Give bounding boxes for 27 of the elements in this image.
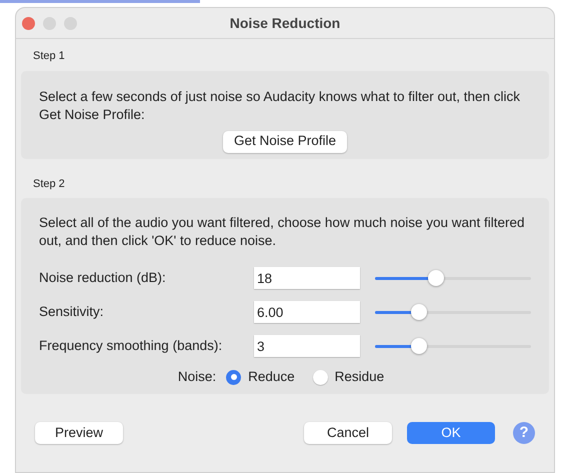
value-field[interactable]: 18 [254, 267, 360, 289]
value-field[interactable]: 3 [254, 335, 360, 357]
radio-button[interactable] [226, 370, 242, 385]
preview-button[interactable]: Preview [35, 422, 123, 444]
value-field[interactable]: 6.00 [254, 301, 360, 323]
noise-label: Noise: [178, 368, 216, 386]
slider-thumb[interactable] [428, 270, 444, 286]
close-button[interactable] [22, 17, 35, 30]
get-noise-profile-button[interactable]: Get Noise Profile [222, 130, 348, 152]
slider-thumb[interactable] [410, 304, 427, 320]
radio-button[interactable] [312, 370, 328, 385]
radio-label[interactable]: Reduce [248, 367, 295, 388]
cancel-button[interactable]: Cancel [304, 422, 392, 444]
instruction-text: Select a few seconds of just noise so Audacity knows what to filter out, then click Get Noise Profile: [39, 88, 521, 124]
setting-label: Noise reduction (dB): [39, 268, 167, 287]
setting-label: Sensitivity: [39, 302, 105, 321]
slider[interactable] [375, 268, 531, 288]
slider[interactable] [375, 302, 531, 322]
step-label: Step 1 [33, 49, 65, 64]
ok-button[interactable]: OK [407, 422, 495, 444]
step-label: Step 2 [33, 176, 65, 192]
slider[interactable] [375, 336, 531, 356]
slider-thumb[interactable] [410, 338, 427, 354]
radio-label[interactable]: Residue [334, 367, 384, 388]
instruction-text: Select all of the audio you want filtered, choose how much noise you want filtered out, and then click 'OK' to reduce noise. [39, 214, 526, 250]
setting-label: Frequency smoothing (bands): [39, 336, 224, 355]
window-title: Noise Reduction [230, 14, 340, 32]
